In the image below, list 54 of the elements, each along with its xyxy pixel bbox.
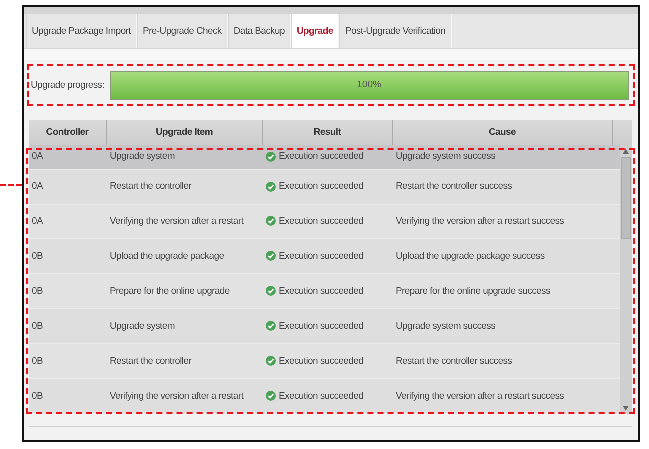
upgrade-item-cell: Verifying the version after a restart xyxy=(110,390,244,402)
result-cell: Execution succeeded xyxy=(279,320,364,332)
result-cell: Execution succeeded xyxy=(279,286,364,297)
result-cell: Execution succeeded xyxy=(279,216,364,227)
controller-cell: 0B xyxy=(32,286,44,297)
result-cell: Execution succeeded xyxy=(279,390,364,402)
cause-cell: Upgrade system success xyxy=(396,151,496,162)
cause-cell: Prepare for the online upgrade success xyxy=(396,286,550,297)
controller-cell: 0B xyxy=(32,390,44,402)
success-check-icon xyxy=(266,251,276,262)
tab[interactable]: Post-Upgrade Verification xyxy=(339,14,452,48)
success-check-icon xyxy=(266,182,276,192)
scrollbar[interactable] xyxy=(620,145,632,414)
progress-percentage: 100% xyxy=(357,80,382,90)
controller-cell: 0A xyxy=(32,151,44,162)
cause-cell: Restart the controller success xyxy=(396,181,512,192)
controller-cell: 0A xyxy=(32,216,44,227)
table-row[interactable]: 0A Verifying the version after a restart Execution succeeded Verifying the version after a restart success xyxy=(29,204,620,240)
controller-cell: 0B xyxy=(32,320,44,332)
cause-cell: Verifying the version after a restart success xyxy=(396,390,564,402)
tab[interactable]: Data Backup xyxy=(228,14,291,48)
controller-cell: 0B xyxy=(32,356,44,367)
tab[interactable]: Pre-Upgrade Check xyxy=(137,14,228,48)
success-check-icon xyxy=(266,152,276,162)
success-check-icon xyxy=(266,321,276,332)
table-row[interactable]: 0A Restart the controller Execution succeeded Restart the controller success xyxy=(29,170,620,205)
progress-label: Upgrade progress: xyxy=(31,80,105,90)
cause-cell: Restart the controller success xyxy=(396,356,512,367)
cause-cell: Upload the upgrade package success xyxy=(396,250,545,262)
upgrade-item-cell: Upgrade system xyxy=(110,151,175,162)
table-row[interactable]: 0B Upgrade system Execution succeeded Upgrade system success xyxy=(29,309,620,344)
success-check-icon xyxy=(266,216,276,226)
upgrade-item-cell: Verifying the version after a restart xyxy=(110,216,244,227)
upgrade-item-cell: Upgrade system xyxy=(110,320,175,332)
table-row[interactable]: 0B Upload the upgrade package Execution succeeded Upload the upgrade package success xyxy=(29,239,620,274)
table-row[interactable]: 0B Verifying the version after a restart Execution succeeded Verifying the version after a restart success xyxy=(29,379,620,414)
upgrade-item-cell: Prepare for the online upgrade xyxy=(110,286,230,297)
upgrade-item-cell: Restart the controller xyxy=(110,181,192,192)
tab[interactable]: Upgrade xyxy=(290,14,340,48)
controller-cell: 0A xyxy=(32,181,44,192)
controller-cell: 0B xyxy=(32,250,44,262)
result-cell: Execution succeeded xyxy=(279,181,364,192)
table-row[interactable]: 0A Upgrade system Execution succeeded Upgrade system success xyxy=(29,145,620,170)
result-cell: Execution succeeded xyxy=(279,151,364,162)
result-cell: Execution succeeded xyxy=(279,356,364,367)
cause-cell: Upgrade system success xyxy=(396,320,496,332)
cause-cell: Verifying the version after a restart success xyxy=(396,216,564,227)
success-check-icon xyxy=(266,286,276,296)
result-cell: Execution succeeded xyxy=(279,250,364,262)
tab[interactable]: Upgrade Package Import xyxy=(26,14,138,48)
success-check-icon xyxy=(266,391,276,402)
success-check-icon xyxy=(266,356,276,366)
upgrade-item-cell: Restart the controller xyxy=(110,356,192,367)
upgrade-item-cell: Upload the upgrade package xyxy=(110,250,224,262)
